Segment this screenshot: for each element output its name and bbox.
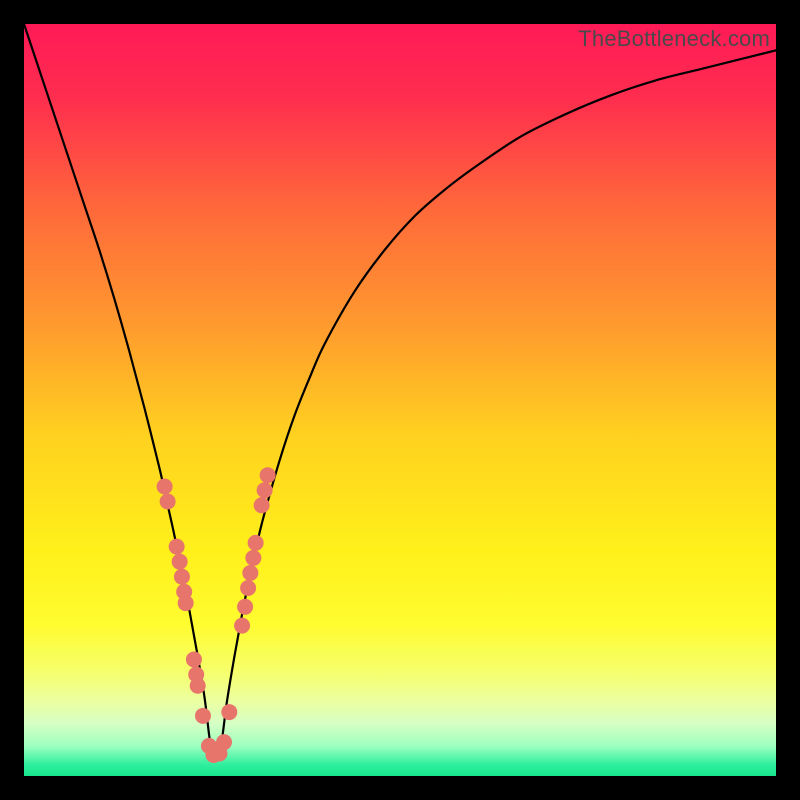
data-marker	[240, 580, 256, 596]
data-marker	[234, 618, 250, 634]
chart-frame: TheBottleneck.com	[24, 24, 776, 776]
data-marker	[248, 535, 264, 551]
data-marker	[216, 734, 232, 750]
data-marker	[172, 554, 188, 570]
data-marker	[242, 565, 258, 581]
data-marker	[174, 569, 190, 585]
bottleneck-curve	[24, 24, 776, 760]
data-marker	[260, 467, 276, 483]
chart-svg	[24, 24, 776, 776]
data-marker	[186, 651, 202, 667]
data-marker	[237, 599, 253, 615]
data-marker	[257, 482, 273, 498]
data-marker	[169, 539, 185, 555]
data-marker	[254, 497, 270, 513]
data-marker	[190, 678, 206, 694]
data-markers	[157, 467, 276, 763]
data-marker	[221, 704, 237, 720]
data-marker	[157, 478, 173, 494]
data-marker	[178, 595, 194, 611]
plot-area: TheBottleneck.com	[24, 24, 776, 776]
data-marker	[245, 550, 261, 566]
data-marker	[195, 708, 211, 724]
data-marker	[160, 494, 176, 510]
watermark-text: TheBottleneck.com	[578, 26, 770, 52]
